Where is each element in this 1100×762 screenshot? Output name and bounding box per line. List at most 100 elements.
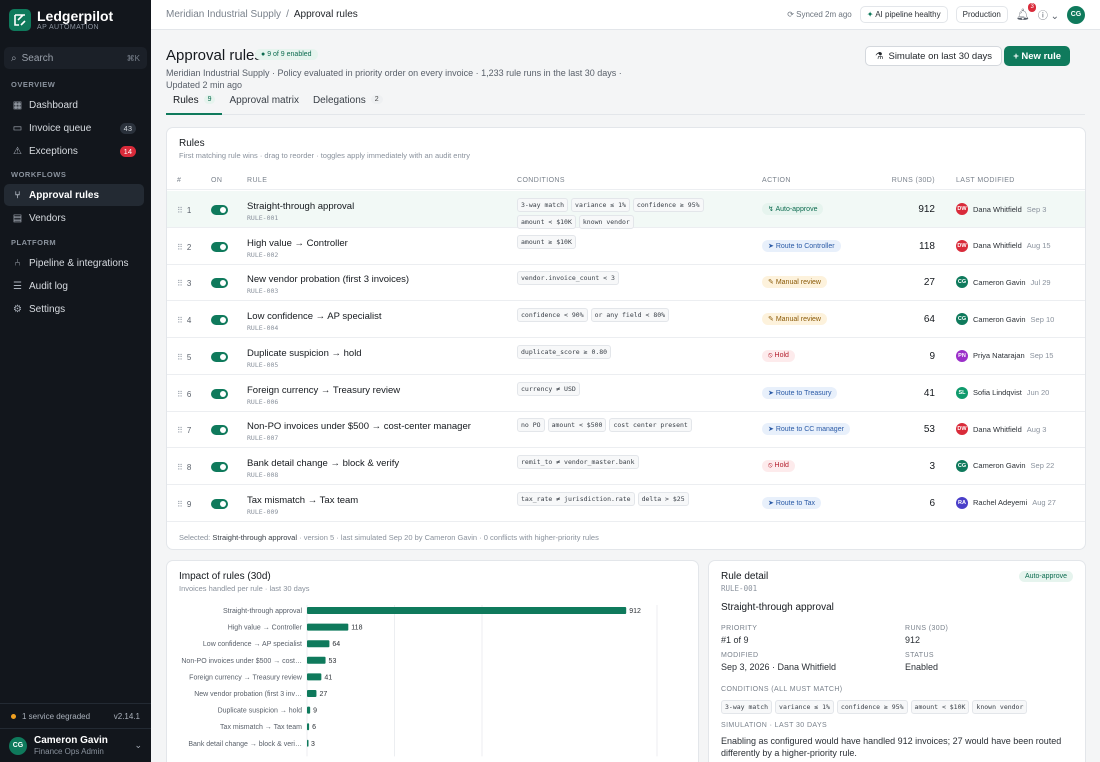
table-row[interactable]: ⠿ 6 Foreign currency → Treasury review RULE…	[167, 375, 1085, 412]
sidebar-item-invoice-queue[interactable]: ▭ Invoice queue 43	[4, 117, 144, 139]
gear-icon: ⚙	[13, 303, 22, 315]
rule-toggle[interactable]	[211, 498, 228, 509]
table-row[interactable]: ⠿ 2 High value → Controller RULE-002 amount …	[167, 228, 1085, 265]
rule-name[interactable]: Foreign currency → Treasury review	[247, 385, 400, 396]
bar	[307, 656, 326, 664]
rule-name[interactable]: New vendor probation (first 3 invoices)	[247, 274, 409, 285]
table-row[interactable]: ⠿ 8 Bank detail change → block & verify RUL…	[167, 448, 1085, 485]
condition-chip: or any field < 80%	[590, 308, 670, 323]
enabled-badge: ● 9 of 9 enabled	[255, 49, 318, 60]
sidebar-item-approval-rules[interactable]: ⑂ Approval rules	[4, 184, 144, 206]
avatar: DW	[956, 239, 968, 252]
rule-toggle[interactable]	[211, 241, 228, 252]
rule-conditions: no PO amount < $500 cost center present	[517, 418, 752, 433]
drag-handle-icon[interactable]: ⠿	[177, 500, 183, 509]
page-subtitle: Meridian Industrial Supply · Policy eval…	[166, 68, 622, 90]
drag-handle-icon[interactable]: ⠿	[177, 426, 183, 435]
selected-rule[interactable]: Straight-through approval	[212, 533, 297, 542]
rule-conditions: tax_rate ≠ jurisdiction.rate delta > $25	[517, 491, 752, 506]
brand[interactable]: Ledgerpilot AP AUTOMATION	[0, 0, 151, 33]
avatar: DW	[956, 423, 968, 436]
drag-handle-icon[interactable]: ⠿	[177, 353, 183, 362]
last-modified: CG Cameron Gavin Sep 10	[956, 313, 1055, 326]
rules-card: Rules First matching rule wins · drag to…	[166, 127, 1086, 550]
rule-priority[interactable]: ⠿ 8	[177, 463, 191, 472]
drag-handle-icon[interactable]: ⠿	[177, 243, 183, 252]
action-badge: ➤ Route to CC manager	[762, 423, 850, 436]
search-input[interactable]: ⌕ Search ⌘K	[4, 47, 147, 69]
rule-toggle[interactable]	[211, 388, 228, 399]
rule-name[interactable]: High value → Controller	[247, 238, 348, 249]
table-row[interactable]: ⠿ 7 Non-PO invoices under $500 → cost-cent…	[167, 411, 1085, 449]
degraded-text: 1 service degraded	[22, 711, 91, 721]
rule-toggle[interactable]	[211, 315, 228, 326]
breadcrumb-org[interactable]: Meridian Industrial Supply	[166, 9, 281, 20]
table-row[interactable]: ⠿ 3 New vendor probation (first 3 invoices…	[167, 264, 1085, 302]
tab-delegations[interactable]: Delegations 2	[306, 95, 390, 115]
category-label: New vendor probation (first 3 inv…	[194, 691, 302, 698]
rule-priority[interactable]: ⠿ 1	[177, 206, 191, 215]
sidebar-item-pipeline[interactable]: ⑃ Pipeline & integrations	[4, 252, 144, 274]
rule-toggle[interactable]	[211, 351, 228, 362]
category-label: High value → Controller	[228, 625, 303, 632]
user-name: Cameron Gavin	[34, 734, 108, 746]
rule-toggle[interactable]	[211, 278, 228, 289]
sidebar-item-dashboard[interactable]: ▦ Dashboard	[4, 94, 144, 116]
rule-name[interactable]: Tax mismatch → Tax team	[247, 495, 358, 506]
drag-handle-icon[interactable]: ⠿	[177, 463, 183, 472]
tab-rules[interactable]: Rules 9	[166, 95, 223, 115]
table-row[interactable]: ⠿ 1 Straight-through approval RULE-001 3-way…	[167, 191, 1085, 229]
last-modified: RA Rachel Adeyemi Aug 27	[956, 496, 1056, 509]
rule-toggle[interactable]	[211, 205, 228, 215]
help-button[interactable]: ⓘ ⌄	[1038, 7, 1059, 22]
bar	[307, 706, 311, 714]
simulate-button[interactable]: ⚗ Simulate on last 30 days	[864, 46, 1002, 66]
condition-chip: 3-way match	[721, 700, 773, 714]
rule-priority[interactable]: ⠿ 9	[177, 500, 191, 509]
notifications-button[interactable]: 🔔︎ 3	[1016, 3, 1036, 21]
rule-priority[interactable]: ⠿ 6	[177, 390, 191, 399]
rule-priority[interactable]: ⠿ 7	[177, 426, 191, 435]
rule-priority[interactable]: ⠿ 5	[177, 353, 191, 362]
action-icon: ⦸	[768, 461, 773, 469]
sidebar-item-audit-log[interactable]: ☰ Audit log	[4, 275, 144, 297]
rule-name[interactable]: Straight-through approval	[247, 201, 354, 212]
rule-conditions: 3-way match variance ≤ 1% confidence ≥ 95%…	[517, 198, 752, 229]
sidebar-item-label: Pipeline & integrations	[29, 257, 129, 269]
rule-name[interactable]: Non-PO invoices under $500 → cost-center…	[247, 421, 471, 432]
new-rule-button[interactable]: + New rule	[1004, 46, 1070, 66]
rule-runs: 64	[923, 314, 935, 326]
condition-chip: variance ≤ 1%	[571, 198, 630, 212]
drag-handle-icon[interactable]: ⠿	[177, 279, 183, 288]
tab-approval-matrix[interactable]: Approval matrix	[222, 95, 305, 115]
drag-handle-icon[interactable]: ⠿	[177, 390, 183, 399]
rule-name[interactable]: Bank detail change → block & verify	[247, 458, 399, 469]
pipeline-icon: ⑃	[14, 257, 21, 269]
pipeline-status[interactable]: ✦ AI pipeline healthy	[859, 6, 948, 23]
table-row[interactable]: ⠿ 4 Low confidence → AP specialist RULE-004…	[167, 301, 1085, 339]
user-menu[interactable]: CG Cameron Gavin Finance Ops Admin ⌄	[0, 728, 151, 762]
version: v2.14.1	[113, 711, 140, 721]
sidebar-item-settings[interactable]: ⚙ Settings	[4, 298, 144, 320]
rule-name[interactable]: Low confidence → AP specialist	[247, 311, 381, 322]
rule-toggle[interactable]	[211, 461, 228, 472]
rule-name[interactable]: Duplicate suspicion → hold	[247, 348, 362, 359]
sidebar-item-exceptions[interactable]: ⚠ Exceptions 14	[4, 140, 144, 162]
table-header: # ON RULE CONDITIONS ACTION RUNS (30D) L…	[167, 172, 1085, 190]
rule-priority[interactable]: ⠿ 3	[177, 279, 191, 288]
rule-priority[interactable]: ⠿ 4	[177, 316, 191, 325]
environment-switch[interactable]: Production	[955, 6, 1008, 23]
rule-priority[interactable]: ⠿ 2	[177, 243, 191, 252]
drag-handle-icon[interactable]: ⠿	[177, 316, 183, 325]
service-status[interactable]: 1 service degraded v2.14.1	[0, 704, 151, 728]
sidebar-item-vendors[interactable]: ▤ Vendors	[4, 207, 144, 229]
value-label: 53	[329, 658, 337, 665]
avatar[interactable]: CG	[1067, 5, 1085, 24]
table-row[interactable]: ⠿ 9 Tax mismatch → Tax team RULE-009 tax_rat…	[167, 485, 1085, 522]
table-row[interactable]: ⠿ 5 Duplicate suspicion → hold RULE-005 dupl…	[167, 338, 1085, 375]
drag-handle-icon[interactable]: ⠿	[177, 206, 183, 215]
rule-toggle[interactable]	[211, 425, 228, 436]
card-title: Rule detail	[721, 571, 769, 582]
rule-id: RULE-007	[247, 434, 279, 443]
action-badge: ⦸ Hold	[762, 349, 795, 362]
